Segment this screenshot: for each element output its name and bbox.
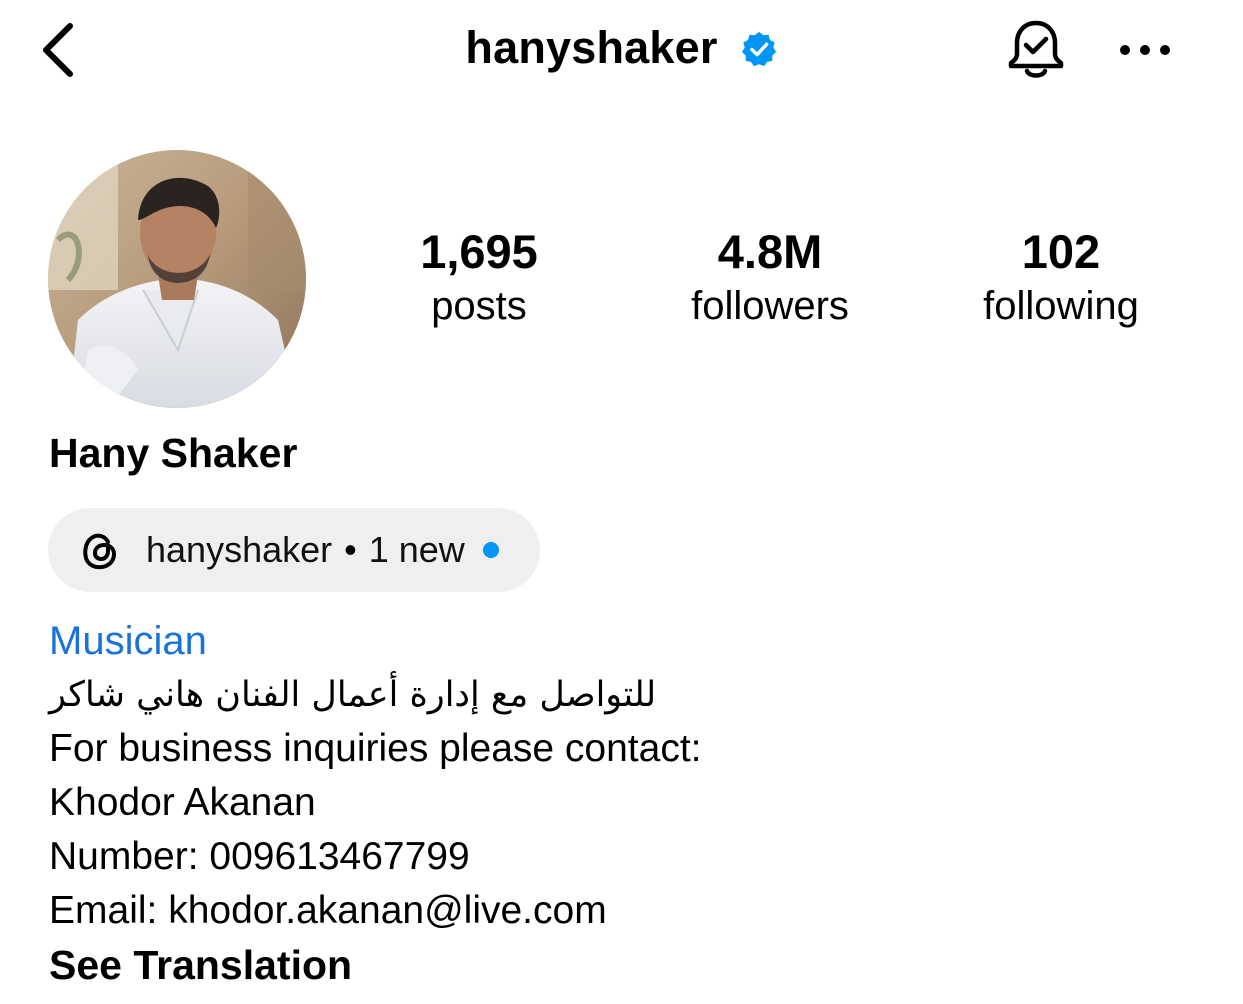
notification-bell-icon	[1008, 20, 1064, 78]
top-bar: hanyshaker	[0, 0, 1243, 100]
bio-line: For business inquiries please contact:	[49, 727, 702, 770]
stat-value: 1,695	[420, 225, 538, 278]
stat-label: followers	[691, 284, 849, 328]
threads-handle: hanyshaker	[146, 529, 333, 570]
following-count[interactable]: 102 following	[931, 226, 1191, 334]
bio-line: Khodor Akanan	[49, 781, 316, 824]
verified-badge-icon	[741, 31, 776, 67]
profile-category-link[interactable]: Musician	[49, 614, 1199, 668]
threads-icon	[78, 528, 122, 572]
bio-line-email: Email: khodor.akanan@live.com	[49, 889, 607, 932]
see-translation-button[interactable]: See Translation	[49, 938, 1199, 992]
profile-bio: Musician للتواصل مع إدارة أعمال الفنان ه…	[49, 614, 1199, 992]
profile-username: hanyshaker	[465, 22, 718, 73]
new-indicator-dot	[482, 542, 499, 558]
stat-label: posts	[431, 284, 527, 328]
followers-count[interactable]: 4.8M followers	[640, 226, 900, 334]
posts-count[interactable]: 1,695 posts	[349, 226, 609, 334]
profile-avatar[interactable]	[48, 150, 306, 408]
profile-stats: 1,695 posts 4.8M followers 102 following	[330, 226, 1210, 336]
bio-line-arabic: للتواصل مع إدارة أعمال الفنان هاني شاكر	[49, 675, 657, 715]
profile-full-name: Hany Shaker	[49, 430, 298, 476]
threads-separator: •	[344, 529, 357, 570]
more-options-icon	[1120, 45, 1170, 55]
threads-link-button[interactable]: hanyshaker • 1 new	[48, 508, 540, 592]
stat-label: following	[983, 284, 1139, 328]
notification-bell-button[interactable]	[1000, 14, 1072, 86]
stat-value: 4.8M	[717, 225, 823, 278]
bio-line-phone: Number: 009613467799	[49, 835, 470, 878]
more-options-button[interactable]	[1112, 24, 1178, 76]
stat-value: 102	[1021, 225, 1101, 278]
threads-new-badge: 1 new	[368, 529, 465, 570]
avatar-image	[48, 150, 306, 408]
